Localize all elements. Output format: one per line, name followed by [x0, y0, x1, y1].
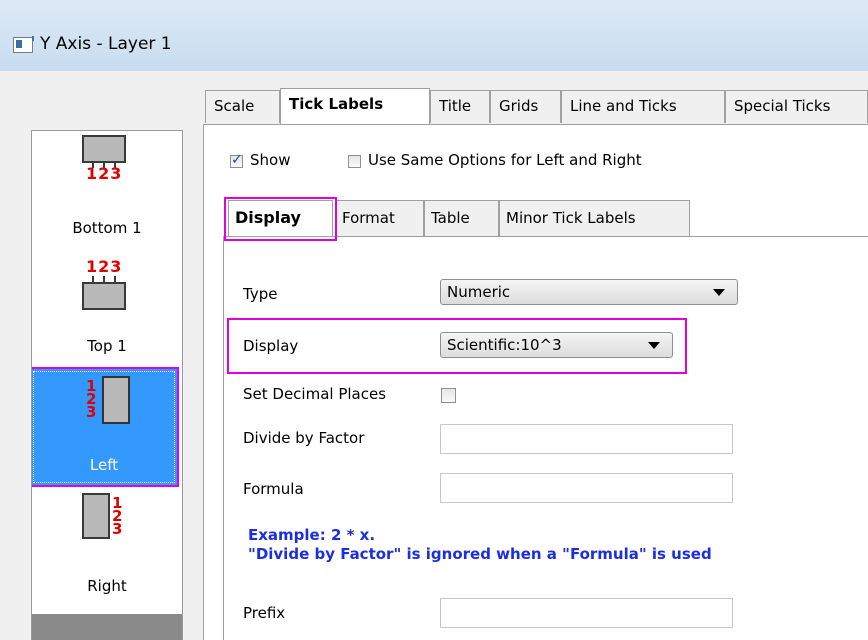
same-options-checkbox[interactable] [348, 155, 361, 168]
axis-item-right[interactable]: 123 Right [32, 491, 182, 599]
axis-item-top[interactable]: 123 Top 1 [32, 247, 182, 355]
tab-line-and-ticks[interactable]: Line and Ticks [561, 90, 725, 123]
chevron-down-icon [648, 342, 660, 349]
axis-number-labels: 123 [112, 494, 123, 538]
subtab-minor-tick-labels[interactable]: Minor Tick Labels [499, 200, 690, 236]
example-note: "Divide by Factor" is ignored when a "Fo… [248, 545, 712, 563]
axis-number-labels: 123 [86, 164, 123, 183]
prefix-label: Prefix [243, 604, 286, 622]
axis-number-labels: 123 [86, 257, 123, 276]
chevron-down-icon [713, 289, 725, 296]
title-bar: Y Axis - Layer 1 [0, 0, 868, 71]
axis-item-label: Left [89, 456, 119, 474]
display-subtab-highlight [224, 197, 337, 241]
axis-item-left[interactable]: 123 Left [32, 367, 179, 487]
axis-item-label: Top 1 [87, 337, 127, 355]
formula-field[interactable] [440, 473, 733, 503]
same-options-label: Use Same Options for Left and Right [368, 151, 642, 169]
app-window-icon [13, 36, 34, 53]
tab-special-ticks[interactable]: Special Ticks [725, 90, 868, 123]
type-label: Type [243, 285, 278, 303]
subtab-format[interactable]: Format [335, 200, 424, 236]
window-title: Y Axis - Layer 1 [40, 34, 172, 54]
display-label: Display [243, 337, 299, 355]
tab-title[interactable]: Title [430, 90, 490, 123]
divide-by-factor-field[interactable] [440, 424, 733, 454]
tab-scale[interactable]: Scale [205, 90, 280, 123]
axis-list-footer [32, 614, 182, 640]
axis-number-labels: 123 [86, 377, 97, 421]
axis-item-bottom[interactable]: 123 Bottom 1 [32, 131, 182, 239]
type-dropdown[interactable]: Numeric [440, 279, 738, 305]
decimal-places-label: Set Decimal Places [243, 385, 387, 403]
tab-tick-labels[interactable]: Tick Labels [280, 88, 430, 124]
display-dropdown[interactable]: Scientific:10^3 [440, 332, 673, 358]
prefix-field[interactable] [440, 598, 733, 628]
example-text: Example: 2 * x. [248, 526, 376, 544]
axis-item-label: Right [87, 577, 127, 595]
subtab-table[interactable]: Table [424, 200, 499, 236]
divide-by-factor-label: Divide by Factor [243, 429, 365, 447]
decimal-places-checkbox[interactable] [441, 388, 456, 403]
axis-item-label: Bottom 1 [72, 219, 142, 237]
axis-list: 123 Bottom 1 123 Top 1 123 Left 1 2 3 Ri… [31, 130, 183, 640]
tab-grids[interactable]: Grids [490, 90, 561, 123]
show-checkbox[interactable] [230, 152, 243, 168]
formula-label: Formula [243, 480, 304, 498]
show-label: Show [250, 151, 291, 169]
